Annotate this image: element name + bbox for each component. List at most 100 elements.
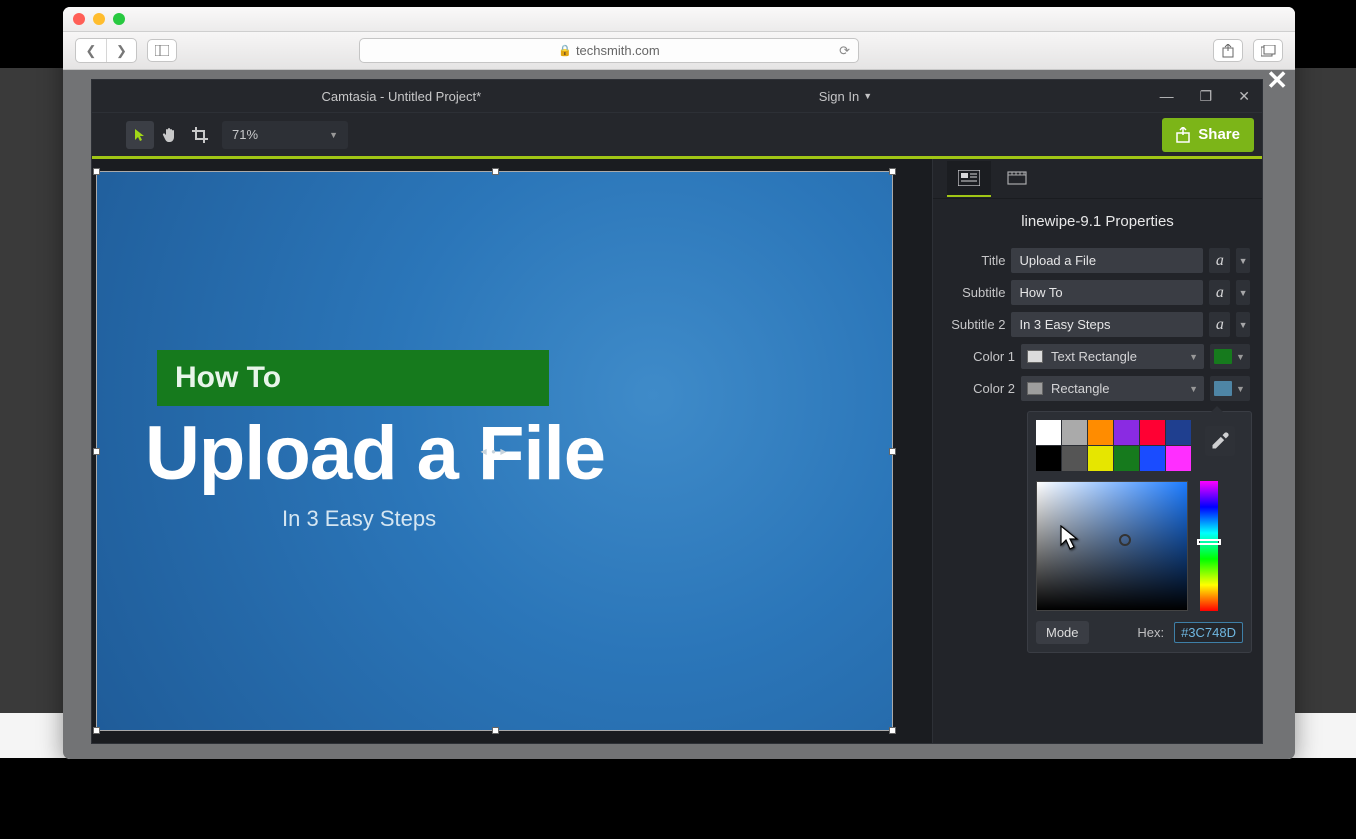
panel-tabs <box>933 159 1262 199</box>
font-style-button[interactable]: a <box>1209 280 1230 305</box>
share-browser-button[interactable] <box>1213 39 1243 62</box>
subtitle-box[interactable]: How To <box>157 350 549 406</box>
mode-button[interactable]: Mode <box>1036 621 1089 644</box>
swatch[interactable] <box>1088 446 1113 471</box>
close-icon[interactable]: ✕ <box>1238 88 1250 105</box>
color1-target-label: Text Rectangle <box>1051 349 1137 364</box>
hex-label: Hex: <box>1137 625 1164 640</box>
rotate-handle[interactable]: ◀●▶ <box>481 447 507 455</box>
crop-tool[interactable] <box>186 121 214 149</box>
swatch[interactable] <box>1114 446 1139 471</box>
resize-handle[interactable] <box>889 168 896 175</box>
resize-handle[interactable] <box>889 448 896 455</box>
window-controls: — ❐ ✕ <box>1160 88 1250 105</box>
browser-titlebar <box>63 7 1295 32</box>
swatch[interactable] <box>1088 420 1113 445</box>
hex-value[interactable]: #3C748D <box>1174 622 1243 643</box>
resize-handle[interactable] <box>889 727 896 734</box>
swatch[interactable] <box>1166 446 1191 471</box>
url-bar[interactable]: 🔒 techsmith.com ⟳ <box>359 38 859 63</box>
tab-properties[interactable] <box>947 161 991 197</box>
camtasia-window: Camtasia - Untitled Project* Sign In ▼ —… <box>91 79 1263 744</box>
prop-label: Color 1 <box>945 349 1015 364</box>
color1-target-dropdown[interactable]: Text Rectangle ▼ <box>1021 344 1204 369</box>
sv-indicator[interactable] <box>1119 534 1131 546</box>
font-style-button[interactable]: a <box>1209 312 1230 337</box>
color2-swatch <box>1214 381 1232 396</box>
zoom-value: 71% <box>232 127 258 142</box>
sign-in-label: Sign In <box>819 89 859 104</box>
color1-swatch-button[interactable]: ▼ <box>1210 344 1250 369</box>
saturation-value-box[interactable] <box>1036 481 1188 611</box>
prop-label: Title <box>945 253 1005 268</box>
overlay-close-icon[interactable]: ✕ <box>1266 65 1288 96</box>
chevron-down-icon: ▼ <box>329 130 338 140</box>
canvas[interactable]: How To Upload a File In 3 Easy Steps ◀●▶ <box>97 172 892 730</box>
subtitle2-input[interactable] <box>1011 312 1203 337</box>
dropdown-icon[interactable]: ▼ <box>1236 280 1250 305</box>
color2-target-dropdown[interactable]: Rectangle ▼ <box>1021 376 1204 401</box>
pan-tool[interactable] <box>156 121 184 149</box>
share-button[interactable]: Share <box>1162 118 1254 152</box>
prop-row-subtitle: Subtitle a ▼ <box>945 280 1250 305</box>
chevron-down-icon: ▼ <box>863 91 872 101</box>
swatch[interactable] <box>1140 420 1165 445</box>
prop-label: Color 2 <box>945 381 1015 396</box>
url-text: techsmith.com <box>576 43 660 58</box>
eyedropper-button[interactable] <box>1205 426 1235 456</box>
sign-in-button[interactable]: Sign In ▼ <box>819 89 872 104</box>
color2-swatch-button[interactable]: ▼ <box>1210 376 1250 401</box>
close-dot[interactable] <box>73 13 85 25</box>
hue-indicator[interactable] <box>1197 539 1221 545</box>
swatch[interactable] <box>1062 420 1087 445</box>
canvas-subtitle: How To <box>175 361 281 395</box>
minimize-dot[interactable] <box>93 13 105 25</box>
color1-swatch <box>1214 349 1232 364</box>
traffic-lights <box>73 13 125 25</box>
swatch[interactable] <box>1140 446 1165 471</box>
dropdown-icon[interactable]: ▼ <box>1236 312 1250 337</box>
title-input[interactable] <box>1011 248 1203 273</box>
resize-handle[interactable] <box>93 727 100 734</box>
swatch[interactable] <box>1166 420 1191 445</box>
resize-handle[interactable] <box>93 448 100 455</box>
zoom-dropdown[interactable]: 71% ▼ <box>222 121 348 149</box>
sidebar-toggle[interactable] <box>147 39 177 62</box>
color2-target-label: Rectangle <box>1051 381 1110 396</box>
maximize-icon[interactable]: ❐ <box>1200 88 1213 105</box>
browser-toolbar: ❮ ❯ 🔒 techsmith.com ⟳ <box>63 32 1295 70</box>
hue-slider[interactable] <box>1200 481 1218 611</box>
resize-handle[interactable] <box>492 727 499 734</box>
minimize-icon[interactable]: — <box>1160 88 1174 104</box>
canvas-title[interactable]: Upload a File <box>145 410 605 497</box>
swatch[interactable] <box>1114 420 1139 445</box>
dropdown-icon[interactable]: ▼ <box>1236 248 1250 273</box>
back-button[interactable]: ❮ <box>76 39 106 62</box>
tab-behaviors[interactable] <box>995 161 1039 197</box>
share-label: Share <box>1198 126 1240 143</box>
forward-button[interactable]: ❯ <box>106 39 136 62</box>
app-title: Camtasia - Untitled Project* <box>322 89 482 104</box>
app-titlebar: Camtasia - Untitled Project* Sign In ▼ —… <box>92 80 1262 112</box>
swatch[interactable] <box>1036 420 1061 445</box>
swatch[interactable] <box>1036 446 1061 471</box>
prop-row-color2: Color 2 Rectangle ▼ ▼ <box>945 376 1250 401</box>
swatch[interactable] <box>1062 446 1087 471</box>
right-toolbar <box>1213 39 1283 62</box>
subtitle-input[interactable] <box>1011 280 1203 305</box>
app-toolbar: 71% ▼ Share <box>92 112 1262 156</box>
reload-icon[interactable]: ⟳ <box>839 43 850 59</box>
zoom-dot[interactable] <box>113 13 125 25</box>
tabs-button[interactable] <box>1253 39 1283 62</box>
select-tool[interactable] <box>126 121 154 149</box>
resize-handle[interactable] <box>492 168 499 175</box>
properties-panel: linewipe-9.1 Properties Title a ▼ Subtit… <box>932 159 1262 743</box>
prop-row-subtitle2: Subtitle 2 a ▼ <box>945 312 1250 337</box>
canvas-subtitle2[interactable]: In 3 Easy Steps <box>282 506 436 532</box>
canvas-area[interactable]: How To Upload a File In 3 Easy Steps ◀●▶ <box>92 159 932 743</box>
prop-label: Subtitle <box>945 285 1005 300</box>
resize-handle[interactable] <box>93 168 100 175</box>
prop-row-color1: Color 1 Text Rectangle ▼ ▼ <box>945 344 1250 369</box>
font-style-button[interactable]: a <box>1209 248 1230 273</box>
preset-swatches <box>1036 420 1191 471</box>
